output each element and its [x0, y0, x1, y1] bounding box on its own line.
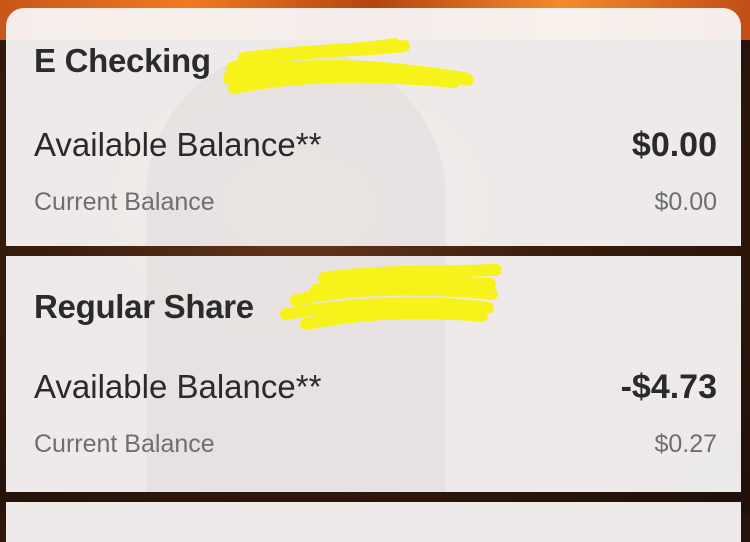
current-balance-label: Current Balance — [34, 430, 215, 458]
available-balance-row: Available Balance** -$4.73 — [34, 368, 717, 407]
account-name: Regular Share — [34, 288, 254, 325]
account-card-share[interactable]: Regular Share Available Balance** -$4.73… — [6, 256, 741, 492]
redaction-scribble — [280, 264, 502, 330]
current-balance-row: Current Balance $0.00 — [34, 188, 717, 217]
current-balance-value: $0.00 — [654, 188, 717, 216]
available-balance-label: Available Balance** — [34, 368, 322, 405]
current-balance-row: Current Balance $0.27 — [34, 430, 717, 459]
current-balance-label: Current Balance — [34, 188, 215, 216]
account-card-checking[interactable]: E Checking Available Balance** $0.00 Cur… — [6, 8, 741, 246]
available-balance-row: Available Balance** $0.00 — [34, 126, 717, 165]
current-balance-value: $0.27 — [654, 430, 717, 458]
account-name: E Checking — [34, 42, 211, 79]
available-balance-value: -$4.73 — [620, 368, 717, 406]
available-balance-value: $0.00 — [631, 126, 717, 164]
available-balance-label: Available Balance** — [34, 126, 322, 163]
account-card-next[interactable] — [6, 502, 741, 542]
redaction-scribble — [224, 38, 474, 94]
